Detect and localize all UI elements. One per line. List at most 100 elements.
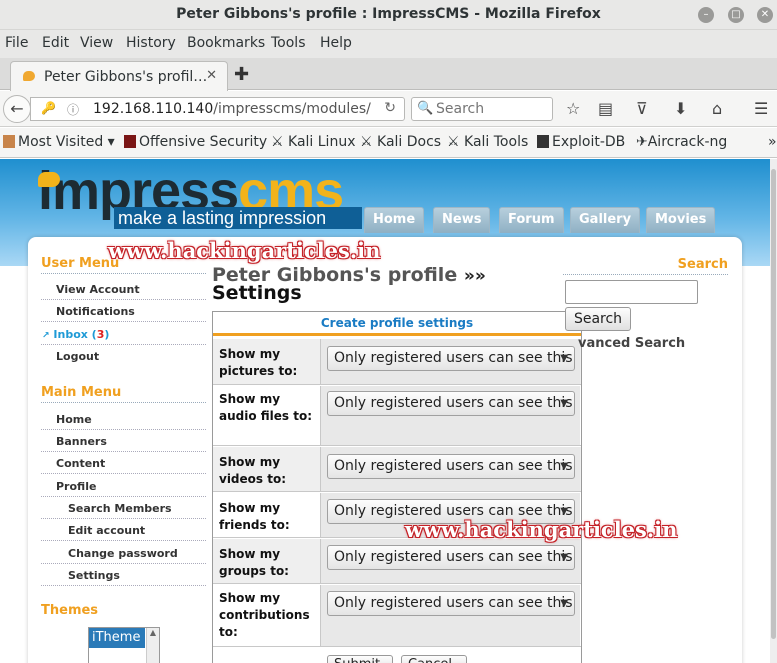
menu-profile[interactable]: Profile	[56, 480, 96, 493]
bookmark-offensive-security[interactable]: Offensive Security	[124, 134, 267, 150]
menu-view[interactable]: View	[80, 35, 113, 51]
row-label: Show my contributions to:	[219, 591, 310, 639]
menu-inbox[interactable]: ↗ Inbox (3)	[42, 328, 109, 341]
bookmark-kali-tools[interactable]: ⚔ Kali Tools	[447, 134, 528, 150]
pocket-icon[interactable]: ⊽	[636, 99, 648, 118]
row-label: Show my friends to:	[219, 501, 290, 532]
hamburger-menu-icon[interactable]: ☰	[754, 99, 768, 118]
bookmark-kali-docs[interactable]: ⚔ Kali Docs	[360, 134, 441, 150]
submit-button[interactable]: Submit	[327, 655, 393, 663]
row-value-cell: Only registered users can see this ▼	[320, 585, 580, 646]
groups-visibility-select[interactable]: Only registered users can see this ▼	[327, 545, 575, 570]
window-title: Peter Gibbons's profile : ImpressCMS - M…	[176, 6, 601, 22]
menubar: File Edit View History Bookmarks Tools H…	[0, 30, 777, 58]
audio-visibility-select[interactable]: Only registered users can see this ▼	[327, 391, 575, 416]
divider	[41, 540, 206, 541]
close-tab-icon[interactable]: ✕	[206, 68, 217, 83]
menu-tools[interactable]: Tools	[271, 35, 306, 51]
main-menu-title: Main Menu	[41, 385, 206, 403]
browser-search-box[interactable]: 🔍	[411, 97, 553, 121]
site-search-input[interactable]	[565, 280, 698, 304]
menu-logout[interactable]: Logout	[56, 350, 99, 363]
bookmark-label: Kali Docs	[377, 134, 442, 150]
menu-change-password[interactable]: Change password	[68, 547, 178, 560]
scrollbar-thumb[interactable]	[771, 169, 776, 639]
row-label: Show my videos to:	[219, 455, 287, 486]
listbox-scroll-up-icon[interactable]: ▲	[146, 628, 159, 663]
bookmark-label: Exploit-DB	[552, 134, 626, 150]
contributions-visibility-select[interactable]: Only registered users can see this ▼	[327, 591, 575, 616]
key-icon[interactable]: 🔑	[41, 101, 56, 115]
advanced-search-link[interactable]: vanced Search	[578, 336, 685, 351]
url-bar[interactable]: 🔑 ⓘ 192.168.110.140/impresscms/modules/ …	[30, 97, 405, 121]
menu-edit[interactable]: Edit	[42, 35, 69, 51]
menu-notifications[interactable]: Notifications	[56, 305, 135, 318]
menu-settings[interactable]: Settings	[68, 569, 120, 582]
divider	[41, 321, 206, 322]
nav-gallery[interactable]: Gallery	[570, 207, 641, 233]
row-label: Show my audio files to:	[219, 392, 313, 423]
bookmark-exploit-db[interactable]: Exploit-DB	[537, 134, 625, 150]
maximize-icon[interactable]: □	[728, 7, 744, 23]
close-window-icon[interactable]: ✕	[757, 7, 773, 23]
cancel-button[interactable]: Cancel	[401, 655, 467, 663]
select-value: Only registered users can see this	[334, 458, 573, 474]
menu-bookmarks[interactable]: Bookmarks	[187, 35, 265, 51]
bookmarks-overflow-icon[interactable]: »	[768, 134, 777, 150]
download-icon[interactable]: ⬇	[674, 99, 687, 118]
nav-forum[interactable]: Forum	[499, 207, 564, 233]
reader-list-icon[interactable]: ▤	[598, 99, 613, 118]
page-scrollbar[interactable]	[770, 159, 777, 663]
kali-dragon-icon: ⚔	[447, 134, 460, 150]
menu-help[interactable]: Help	[320, 35, 352, 51]
home-icon[interactable]: ⌂	[712, 99, 722, 118]
tab-label: Peter Gibbons's profil…	[44, 69, 208, 85]
nav-home[interactable]: Home	[364, 207, 425, 233]
folder-icon	[3, 135, 15, 148]
themes-listbox[interactable]: iTheme ▲	[88, 627, 160, 663]
url-text[interactable]: 192.168.110.140/impresscms/modules/	[93, 101, 371, 117]
nav-news[interactable]: News	[433, 207, 491, 233]
row-label: Show my groups to:	[219, 547, 289, 578]
window-titlebar: Peter Gibbons's profile : ImpressCMS - M…	[0, 0, 777, 30]
menu-banners[interactable]: Banners	[56, 435, 107, 448]
kali-dragon-icon: ⚔	[360, 134, 373, 150]
form-row: Show my videos to: Only registered users…	[213, 447, 581, 492]
divider	[41, 299, 206, 300]
divider	[41, 344, 206, 345]
menu-edit-account[interactable]: Edit account	[68, 524, 145, 537]
info-icon[interactable]: ⓘ	[67, 101, 79, 118]
pictures-visibility-select[interactable]: Only registered users can see this ▼	[327, 346, 575, 371]
back-icon[interactable]: ←	[3, 95, 31, 123]
divider	[41, 473, 206, 474]
nav-movies[interactable]: Movies	[646, 207, 716, 233]
minimize-icon[interactable]: –	[698, 7, 714, 23]
bookmark-star-icon[interactable]: ☆	[566, 99, 580, 118]
row-label: Show my pictures to:	[219, 347, 298, 378]
menu-search-members[interactable]: Search Members	[68, 502, 172, 515]
form-row: Show my contributions to: Only registere…	[213, 585, 581, 647]
form-row: Show my audio files to: Only registered …	[213, 386, 581, 446]
row-value-cell: Only registered users can see this ▼	[320, 339, 580, 384]
browser-search-input[interactable]	[436, 101, 548, 117]
menu-file[interactable]: File	[5, 35, 28, 51]
site-search-button[interactable]: Search	[565, 307, 631, 331]
divider	[41, 451, 206, 452]
bookmark-aircrack-ng[interactable]: ✈Aircrack-ng	[636, 134, 727, 150]
videos-visibility-select[interactable]: Only registered users can see this ▼	[327, 454, 575, 479]
inbox-label: Inbox (	[53, 328, 97, 341]
menu-home[interactable]: Home	[56, 413, 92, 426]
menu-history[interactable]: History	[126, 35, 176, 51]
bookmark-most-visited[interactable]: Most Visited ▾	[3, 134, 115, 150]
new-tab-icon[interactable]: ✚	[234, 64, 249, 85]
tab-profile[interactable]: Peter Gibbons's profil… ✕	[10, 61, 228, 91]
watermark-middle: www.hackingarticles.in	[405, 517, 678, 542]
bookmark-kali-linux[interactable]: ⚔ Kali Linux	[271, 134, 355, 150]
divider	[41, 496, 206, 497]
menu-view-account[interactable]: View Account	[56, 283, 140, 296]
reload-icon[interactable]: ↻	[384, 100, 396, 116]
theme-option-selected[interactable]: iTheme	[89, 628, 145, 648]
menu-content[interactable]: Content	[56, 457, 105, 470]
dropdown-arrow-icon: ▼	[560, 598, 568, 609]
divider	[41, 429, 206, 430]
